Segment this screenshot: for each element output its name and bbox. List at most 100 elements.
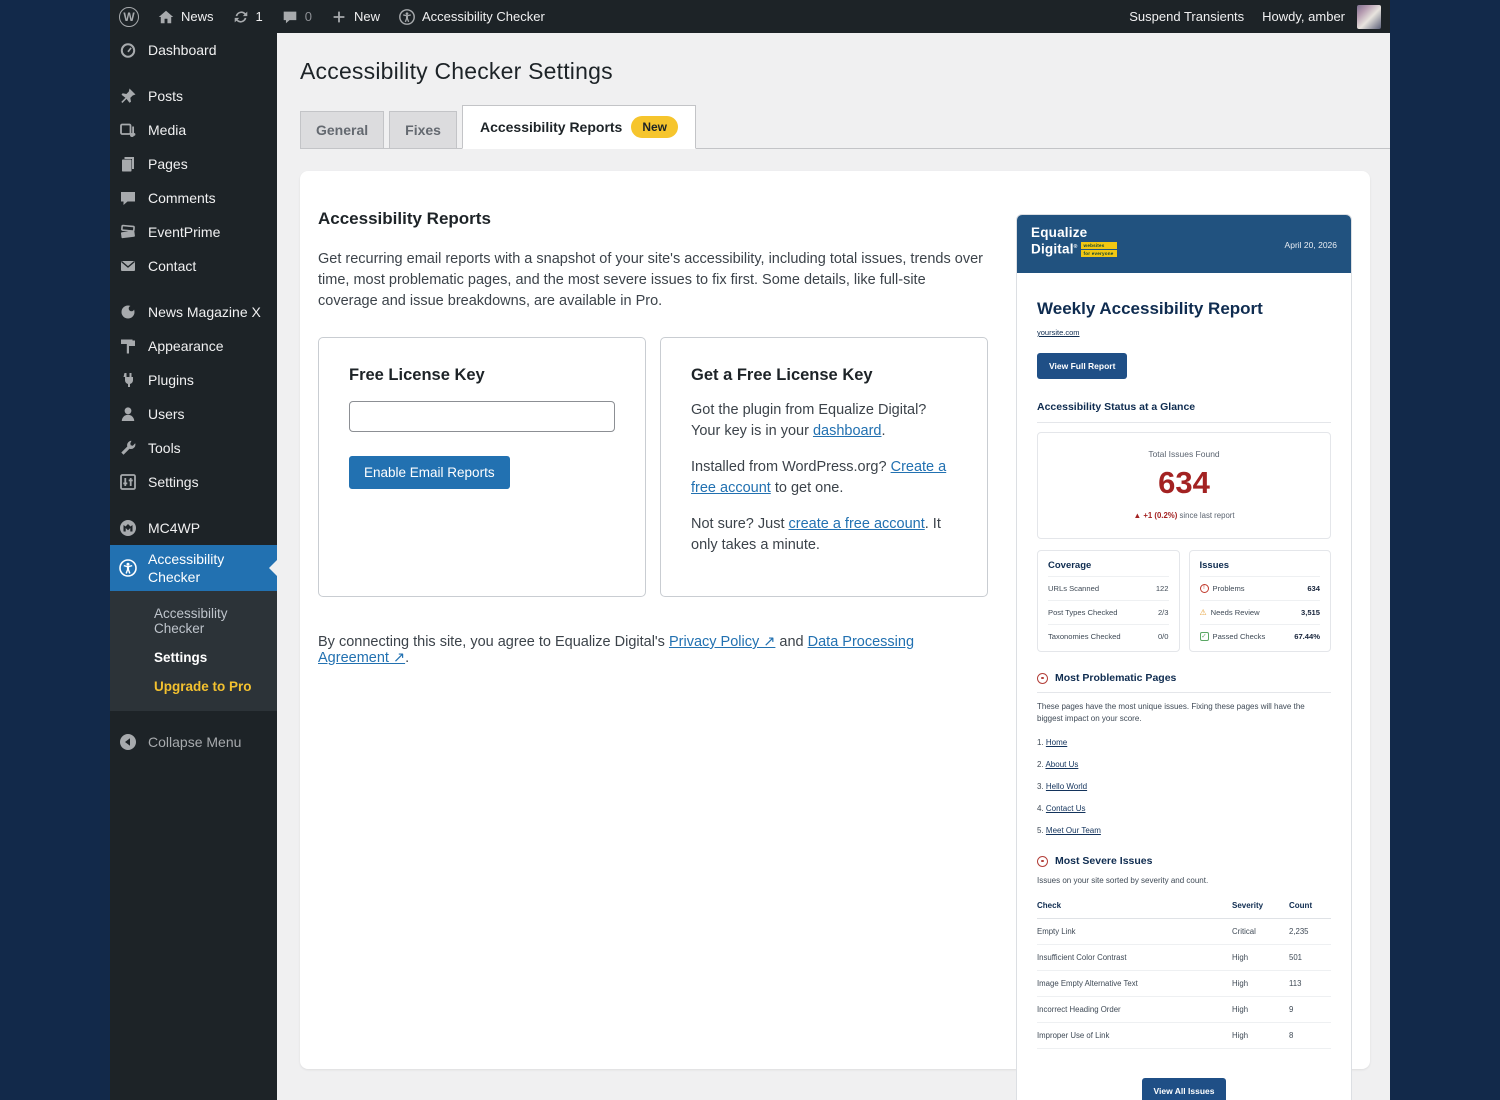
get-key-paragraph-1: Got the plugin from Equalize Digital? Yo… [691, 400, 957, 442]
accessibility-icon [398, 8, 416, 26]
sidebar-item-users[interactable]: Users [110, 397, 277, 431]
my-account-menu[interactable]: Howdy, amber [1253, 0, 1390, 33]
new-badge: New [631, 116, 679, 138]
tab-accessibility-reports[interactable]: Accessibility Reports New [461, 105, 697, 149]
view-all-issues-button[interactable]: View All Issues [1141, 1078, 1227, 1100]
admin-bar: W News 1 0 New Accessibility Checker Sus… [110, 0, 1390, 33]
text: Not sure? Just [691, 516, 789, 532]
sidebar-label: Contact [148, 258, 197, 274]
sidebar-item-settings[interactable]: Settings [110, 465, 277, 499]
sidebar-label: Comments [148, 190, 216, 206]
problematic-pages-desc: These pages have the most unique issues.… [1037, 702, 1305, 723]
view-full-report-button[interactable]: View Full Report [1037, 353, 1128, 379]
collapse-menu-button[interactable]: Collapse Menu [110, 725, 277, 759]
enable-email-reports-button[interactable]: Enable Email Reports [349, 456, 510, 489]
sidebar-item-dashboard[interactable]: Dashboard [110, 33, 277, 67]
sidebar-item-news-magazine-x[interactable]: News Magazine X [110, 295, 277, 329]
coverage-row: URLs Scanned 122 [1048, 576, 1169, 600]
collapse-label: Collapse Menu [148, 734, 242, 750]
logo-word-1: Equalize [1031, 225, 1088, 240]
submenu-item-accessibility-checker[interactable]: Accessibility Checker [110, 599, 277, 643]
get-key-paragraph-2: Installed from WordPress.org? Create a f… [691, 457, 957, 499]
agreement-note: By connecting this site, you agree to Eq… [318, 634, 988, 666]
sidebar-item-plugins[interactable]: Plugins [110, 363, 277, 397]
sidebar-item-mc4wp[interactable]: MC4WP [110, 511, 277, 545]
sidebar-item-pages[interactable]: Pages [110, 147, 277, 181]
tickets-icon [118, 222, 138, 242]
text: . [405, 650, 410, 666]
sidebar-label: Posts [148, 88, 184, 104]
settings-icon [118, 472, 138, 492]
accessibility-checker-toolbar-menu[interactable]: Accessibility Checker [389, 0, 554, 33]
page-link[interactable]: Meet Our Team [1046, 826, 1101, 835]
email-report-preview: Equalize Digital® websites for everyone … [1016, 214, 1352, 1100]
sidebar-item-comments[interactable]: Comments [110, 181, 277, 215]
equalize-digital-logo: Equalize Digital® websites for everyone [1031, 226, 1117, 262]
updates-menu[interactable]: 1 [223, 0, 272, 33]
sidebar-label: Pages [148, 156, 188, 172]
coverage-label: Post Types Checked [1048, 608, 1118, 617]
accessibility-icon [118, 558, 138, 578]
privacy-policy-link[interactable]: Privacy Policy ↗ [669, 634, 775, 650]
updates-icon [232, 8, 250, 26]
coverage-row: Taxonomies Checked 0/0 [1048, 624, 1169, 648]
license-cards: Free License Key Enable Email Reports Ge… [318, 337, 988, 597]
table-header-row: Check Severity Count [1037, 893, 1331, 919]
sidebar-item-media[interactable]: Media [110, 113, 277, 147]
new-content-menu[interactable]: New [321, 0, 389, 33]
sidebar-label: Settings [148, 474, 199, 490]
create-free-account-link-2[interactable]: create a free account [789, 516, 925, 532]
sidebar-item-contact[interactable]: Contact [110, 249, 277, 283]
toolbar-ac-label: Accessibility Checker [422, 9, 545, 24]
sidebar-item-accessibility-checker[interactable]: Accessibility Checker [110, 545, 277, 591]
license-key-input[interactable] [349, 401, 615, 432]
delta-suffix: since last report [1177, 511, 1235, 520]
issues-value: 3,515 [1300, 608, 1320, 617]
reports-settings-column: Accessibility Reports Get recurring emai… [318, 171, 1016, 666]
sidebar-item-appearance[interactable]: Appearance [110, 329, 277, 363]
issues-value: 67.44% [1294, 632, 1320, 641]
sidebar-item-eventprime[interactable]: EventPrime [110, 215, 277, 249]
page-link[interactable]: Contact Us [1046, 804, 1086, 813]
coverage-title: Coverage [1048, 560, 1092, 571]
page-link[interactable]: Hello World [1046, 782, 1087, 791]
sidebar-item-posts[interactable]: Posts [110, 79, 277, 113]
comments-menu[interactable]: 0 [272, 0, 321, 33]
text: to get one. [770, 480, 844, 496]
sidebar-label: Media [148, 122, 187, 138]
collapse-arrow-icon [118, 732, 138, 752]
severe-issues-desc: Issues on your site sorted by severity a… [1037, 876, 1209, 885]
alert-circle-icon [1037, 855, 1048, 867]
coverage-value: 0/0 [1157, 632, 1169, 641]
admin-content: Accessibility Checker Settings General F… [277, 33, 1390, 1100]
suspend-transients-menu[interactable]: Suspend Transients [1120, 0, 1253, 33]
theme-logo-icon [118, 302, 138, 322]
admin-shell: Dashboard Posts Media Pages Comments Eve… [110, 33, 1390, 1100]
email-footer: View All Issues [1037, 1049, 1331, 1100]
text: . [881, 423, 886, 439]
dashboard-link[interactable]: dashboard [813, 423, 882, 439]
site-menu[interactable]: News [148, 0, 223, 33]
submenu-item-upgrade-to-pro[interactable]: Upgrade to Pro [110, 672, 277, 701]
tab-general[interactable]: General [300, 111, 385, 149]
page-link[interactable]: Home [1046, 738, 1067, 747]
tab-fixes[interactable]: Fixes [389, 111, 457, 149]
site-url-link[interactable]: yoursite.com [1037, 328, 1080, 337]
sidebar-item-tools[interactable]: Tools [110, 431, 277, 465]
wp-logo-menu[interactable]: W [110, 0, 148, 33]
submenu-item-settings[interactable]: Settings [110, 643, 277, 672]
report-title: Weekly Accessibility Report [1037, 299, 1263, 318]
wordpress-admin-window: W News 1 0 New Accessibility Checker Sus… [110, 0, 1390, 1100]
pages-icon [118, 154, 138, 174]
problematic-pages-heading-row: Most Problematic Pages [1037, 672, 1331, 693]
report-date: April 20, 2026 [1284, 240, 1337, 250]
problem-icon: ! [1199, 584, 1209, 593]
dashboard-icon [118, 40, 138, 60]
page-link[interactable]: About Us [1045, 760, 1078, 769]
sidebar-label: Appearance [148, 338, 224, 354]
table-row: Improper Use of Link High 8 [1037, 1022, 1331, 1049]
howdy-label: Howdy, amber [1262, 9, 1345, 24]
total-issues-label: Total Issues Found [1148, 449, 1220, 459]
total-issues-value: 634 [1158, 465, 1210, 500]
sidebar-separator [110, 67, 277, 79]
